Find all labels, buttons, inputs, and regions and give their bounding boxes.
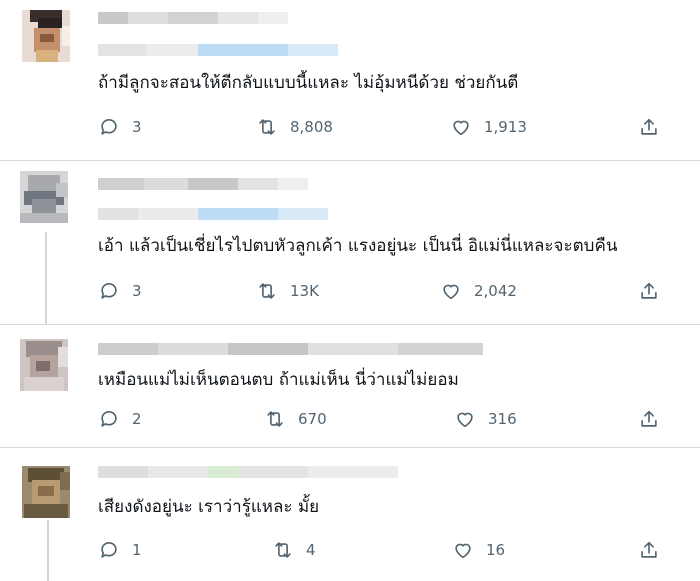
reply-item[interactable]: เหมือนแม่ไม่เห็นตอนตบ ถ้าแม่เห็น นี่ว่าแ… (0, 325, 700, 447)
reply-text: ถ้ามีลูกจะสอนให้ตีกลับแบบนี้แหละ ไม่อุ้ม… (98, 73, 519, 93)
reply-count: 1 (132, 541, 142, 559)
share-button[interactable] (638, 538, 660, 562)
share-button[interactable] (638, 407, 660, 431)
share-upload-icon (641, 410, 657, 427)
repost-button[interactable]: 4 (272, 538, 316, 562)
reply-text: เหมือนแม่ไม่เห็นตอนตบ ถ้าแม่เห็น นี่ว่าแ… (98, 370, 459, 390)
reply-count: 3 (132, 118, 142, 136)
heart-icon (457, 412, 473, 428)
display-name-blurred[interactable] (98, 466, 398, 478)
display-name-blurred[interactable] (98, 12, 288, 24)
reply-bubble-icon (101, 411, 117, 427)
action-bar: 2 670 316 (98, 407, 678, 431)
share-upload-icon (641, 118, 657, 135)
replying-to-blurred[interactable] (98, 208, 328, 220)
avatar[interactable] (20, 339, 68, 391)
reply-bubble-icon (101, 283, 117, 299)
avatar[interactable] (20, 171, 68, 223)
reply-button[interactable]: 3 (98, 115, 142, 139)
like-button[interactable]: 316 (454, 407, 517, 431)
reply-bubble-icon (101, 542, 117, 558)
like-button[interactable]: 1,913 (450, 115, 527, 139)
reply-button[interactable]: 3 (98, 279, 142, 303)
avatar[interactable] (22, 466, 70, 518)
reply-bubble-icon (101, 119, 117, 135)
repost-arrows-icon (267, 411, 283, 427)
replying-to-blurred[interactable] (98, 44, 338, 56)
repost-count: 13K (290, 282, 319, 300)
reply-item[interactable]: ถ้ามีลูกจะสอนให้ตีกลับแบบนี้แหละ ไม่อุ้ม… (0, 0, 700, 160)
like-count: 16 (486, 541, 506, 559)
reply-count: 2 (132, 410, 142, 428)
repost-count: 670 (298, 410, 327, 428)
share-button[interactable] (638, 115, 660, 139)
reply-text: เอ้า แล้วเป็นเชี่ยไรไปตบหัวลูกเค้า แรงอย… (98, 236, 618, 256)
repost-count: 8,808 (290, 118, 333, 136)
action-bar: 3 8,808 1,913 (98, 115, 678, 139)
like-count: 1,913 (484, 118, 527, 136)
like-button[interactable]: 16 (452, 538, 505, 562)
reply-button[interactable]: 1 (98, 538, 142, 562)
repost-arrows-icon (259, 283, 275, 299)
heart-icon (453, 120, 469, 136)
share-upload-icon (641, 282, 657, 299)
avatar[interactable] (22, 10, 70, 62)
heart-icon (455, 543, 471, 559)
like-button[interactable]: 2,042 (440, 279, 517, 303)
repost-button[interactable]: 13K (256, 279, 319, 303)
action-bar: 1 4 16 (98, 538, 678, 562)
repost-button[interactable]: 8,808 (256, 115, 333, 139)
like-count: 316 (488, 410, 517, 428)
like-count: 2,042 (474, 282, 517, 300)
display-name-blurred[interactable] (98, 343, 483, 355)
repost-count: 4 (306, 541, 316, 559)
reply-count: 3 (132, 282, 142, 300)
repost-button[interactable]: 670 (264, 407, 327, 431)
repost-arrows-icon (275, 542, 291, 558)
reply-item[interactable]: เอ้า แล้วเป็นเชี่ยไรไปตบหัวลูกเค้า แรงอย… (0, 161, 700, 324)
share-upload-icon (641, 541, 657, 558)
reply-item[interactable]: เสียงดังอยู่นะ เราว่ารู้แหละ มั้ย 1 4 16 (0, 448, 700, 581)
share-button[interactable] (638, 279, 660, 303)
reply-text: เสียงดังอยู่นะ เราว่ารู้แหละ มั้ย (98, 497, 320, 517)
action-bar: 3 13K 2,042 (98, 279, 678, 303)
repost-arrows-icon (259, 119, 275, 135)
display-name-blurred[interactable] (98, 178, 308, 190)
heart-icon (443, 284, 459, 300)
reply-button[interactable]: 2 (98, 407, 142, 431)
